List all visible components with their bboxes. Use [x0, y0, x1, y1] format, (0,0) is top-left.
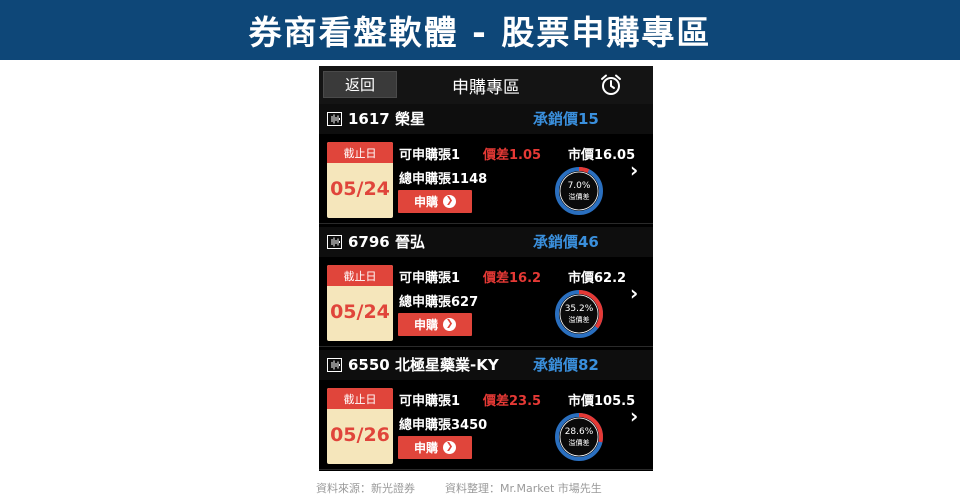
premium-percent: 28.6%	[564, 427, 594, 437]
source-note: 資料來源：新光證券 資料整理：Mr.Market 市場先生	[316, 480, 660, 496]
card-header: 6550 北極星藥業-KY 承銷價82	[319, 350, 653, 380]
subscribe-button[interactable]: 申購 ❯	[398, 190, 472, 213]
chevron-right-icon[interactable]: ›	[630, 404, 638, 428]
premium-gauge	[555, 413, 603, 461]
gauge-track	[555, 167, 603, 215]
premium-percent: 7.0%	[567, 181, 591, 191]
deadline-date: 05/24	[330, 301, 390, 323]
alarm-clock-icon[interactable]	[599, 73, 623, 97]
deadline-label: 截止日	[327, 142, 393, 163]
subscribe-label: 申購	[413, 195, 438, 209]
screen-title: 申購專區	[452, 77, 520, 98]
premium-gauge	[555, 167, 603, 215]
offer-price: 承銷價82	[533, 356, 599, 374]
premium-label: 溢價差	[568, 316, 590, 324]
chevron-right-icon[interactable]: ›	[630, 281, 638, 305]
available-lots: 可申購張1	[399, 148, 461, 163]
market-price: 市價62.2	[568, 271, 627, 286]
divider	[319, 469, 653, 470]
subscribe-label: 申購	[413, 441, 438, 455]
chevron-right-icon[interactable]: ›	[630, 158, 638, 182]
calendar-icon: 截止日 05/26	[327, 388, 393, 464]
available-lots: 可申購張1	[399, 394, 461, 409]
page-banner: 券商看盤軟體 - 股票申購專區	[0, 0, 960, 60]
arrow-right-circle-icon: ❯	[443, 195, 456, 208]
arrow-right-circle-icon: ❯	[443, 318, 456, 331]
available-lots: 可申購張1	[399, 271, 461, 286]
app-screen: 返回 申購專區 1617 榮星 承銷價15 截止日 05/24 可申購張1 價差1.05 市…	[319, 66, 653, 471]
source-left: 資料來源：新光證券	[316, 482, 415, 495]
calendar-icon: 截止日 05/24	[327, 265, 393, 341]
market-price: 市價105.5	[568, 394, 636, 409]
offer-price: 承銷價46	[533, 233, 599, 251]
card-header: 6796 晉弘 承銷價46	[319, 227, 653, 257]
banner-title: 券商看盤軟體 - 股票申購專區	[248, 13, 712, 52]
price-spread: 價差23.5	[483, 394, 542, 409]
price-spread: 價差1.05	[483, 148, 542, 163]
premium-percent: 35.2%	[564, 304, 594, 314]
total-applications: 總申購張3450	[399, 418, 488, 433]
ipo-card[interactable]: 1617 榮星 承銷價15 截止日 05/24 可申購張1 價差1.05 市價16.05 總申…	[319, 104, 653, 224]
subscribe-button[interactable]: 申購 ❯	[398, 313, 472, 336]
offer-price: 承銷價15	[533, 110, 599, 128]
deadline-label: 截止日	[327, 388, 393, 409]
subscribe-button[interactable]: 申購 ❯	[398, 436, 472, 459]
total-applications: 總申購張627	[399, 295, 479, 310]
ipo-card[interactable]: 6796 晉弘 承銷價46 截止日 05/24 可申購張1 價差16.2 市價62.2 總申購…	[319, 227, 653, 347]
stock-name: 6550 北極星藥業-KY	[348, 356, 499, 374]
premium-gauge	[555, 290, 603, 338]
waveform-icon	[327, 112, 342, 126]
source-right: 資料整理：Mr.Market 市場先生	[445, 482, 602, 495]
waveform-icon	[327, 235, 342, 249]
divider	[319, 223, 653, 224]
premium-label: 溢價差	[568, 439, 590, 447]
stock-name: 1617 榮星	[348, 110, 425, 128]
back-button[interactable]: 返回	[323, 71, 397, 98]
calendar-icon: 截止日 05/24	[327, 142, 393, 218]
deadline-date: 05/26	[330, 424, 390, 446]
total-applications: 總申購張1148	[399, 172, 488, 187]
price-spread: 價差16.2	[483, 271, 542, 286]
arrow-right-circle-icon: ❯	[443, 441, 456, 454]
ipo-card[interactable]: 6550 北極星藥業-KY 承銷價82 截止日 05/26 可申購張1 價差23.5 市價1…	[319, 350, 653, 470]
waveform-icon	[327, 358, 342, 372]
premium-label: 溢價差	[568, 193, 590, 201]
deadline-date: 05/24	[330, 178, 390, 200]
subscribe-label: 申購	[413, 318, 438, 332]
app-topbar: 返回 申購專區	[319, 66, 653, 104]
stock-name: 6796 晉弘	[348, 233, 425, 251]
market-price: 市價16.05	[568, 148, 636, 163]
card-header: 1617 榮星 承銷價15	[319, 104, 653, 134]
deadline-label: 截止日	[327, 265, 393, 286]
divider	[319, 346, 653, 347]
